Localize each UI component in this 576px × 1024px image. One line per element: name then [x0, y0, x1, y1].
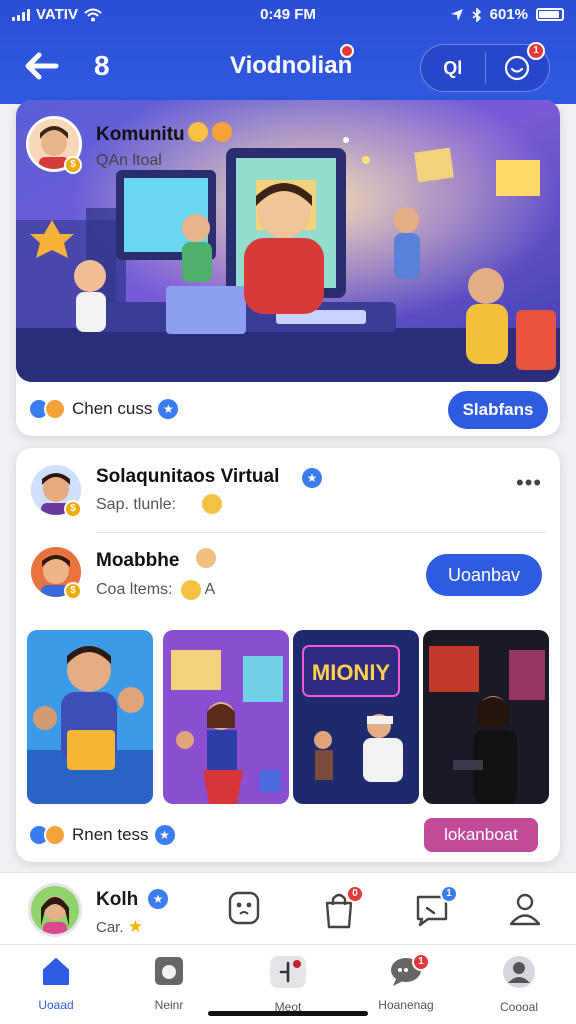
notification-badge: 1 — [527, 42, 545, 60]
author-badge: $ — [64, 156, 82, 174]
author-subtitle: QAn ltoal — [96, 152, 162, 169]
bluetooth-icon — [472, 7, 481, 22]
tab-chats-label: Hoanenag — [378, 998, 434, 1012]
community-verified-icon — [302, 468, 322, 488]
tab-profile[interactable]: Coooal — [471, 955, 567, 1014]
arrow-left-icon — [25, 52, 59, 80]
tab-camera-label: Neinr — [154, 998, 184, 1012]
profile-avatar[interactable] — [28, 883, 82, 937]
tab-camera[interactable]: Neinr — [121, 955, 217, 1012]
featured-post-card: $ Komunitu QAn ltoal Chen cuss Slabfans — [16, 100, 560, 436]
card2-action-button[interactable]: lokanboat — [424, 818, 538, 852]
profile-name[interactable]: Kolh — [96, 889, 138, 911]
tab-home[interactable]: Uoaad — [8, 955, 104, 1012]
member-subtitle-text: Coa ltems: — [96, 581, 173, 599]
smile-emoji-icon-2 — [180, 580, 201, 600]
location-icon — [450, 8, 463, 21]
gallery-thumb-3[interactable]: MIONIY — [293, 630, 419, 804]
thumb-4-image — [423, 630, 549, 804]
author-name[interactable]: Komunitu — [96, 124, 185, 146]
tab-profile-label: Coooal — [499, 1000, 539, 1014]
community-badge: $ — [64, 500, 82, 518]
profile-verified-icon — [148, 889, 168, 909]
search-pill-button[interactable]: Ql — [421, 45, 485, 91]
profile-subtitle-text: Car. — [96, 919, 124, 936]
reaction-text: Chen cuss — [72, 399, 153, 418]
verified-icon — [158, 399, 179, 419]
messages-badge: 1 — [440, 885, 458, 903]
member-subtitle: Coa ltems: A — [96, 580, 215, 600]
card1-action-button[interactable]: Slabfans — [448, 391, 548, 429]
card2-reaction-text: Rnen tess — [72, 825, 149, 844]
gallery-thumb-1[interactable] — [27, 630, 153, 804]
row-divider — [96, 532, 546, 533]
account-button[interactable] — [508, 891, 542, 927]
tab-chats[interactable]: Hoanenag — [358, 955, 454, 1012]
gallery-thumb-2[interactable] — [163, 630, 289, 804]
thumb-1-image — [27, 630, 153, 804]
smile-icon — [505, 55, 530, 81]
card2-reaction-summary[interactable]: Rnen tess — [28, 824, 175, 846]
profile-bar: Kolh Car. ★ 0 1 — [0, 872, 576, 944]
party-emoji-icon — [188, 122, 233, 142]
svg-text:MIONIY: MIONIY — [312, 660, 391, 685]
member-action-button[interactable]: Uoanbav — [426, 554, 542, 596]
tab-compose[interactable]: Meot — [240, 955, 336, 1014]
profile-avatar-image — [31, 886, 79, 934]
home-indicator — [208, 1011, 368, 1016]
camera-icon — [155, 957, 183, 985]
header-count: 8 — [94, 50, 110, 81]
status-bar: VATIV 0:49 FM 601% — [0, 6, 576, 26]
gallery-thumb-4[interactable] — [423, 630, 549, 804]
app-header: VATIV 0:49 FM 601% 8 Viodnolian Ql 1 — [0, 0, 576, 104]
community-subtitle: Sap. tlunle: — [96, 496, 177, 513]
battery-icon — [536, 8, 564, 21]
thumb-2-image — [163, 630, 289, 804]
face-emoji-icon — [196, 548, 216, 568]
title-notification-dot — [340, 44, 354, 58]
home-icon — [43, 958, 69, 985]
person-icon — [503, 956, 535, 988]
bag-badge: 0 — [346, 885, 364, 903]
back-button[interactable] — [20, 46, 64, 86]
person-outline-icon — [509, 893, 541, 926]
community-name[interactable]: Solaqunitaos Virtual — [96, 466, 279, 488]
page-title: Viodnolian — [230, 52, 353, 79]
smile-emoji-icon — [202, 494, 222, 514]
battery-percent: 601% — [489, 6, 528, 23]
reaction-icons — [28, 398, 66, 420]
thumb-3-image: MIONIY — [293, 630, 419, 804]
mascot-button[interactable] — [226, 889, 262, 927]
profile-subtitle: Car. ★ — [96, 917, 143, 937]
card2-haha-reaction-icon — [44, 824, 66, 846]
haha-reaction-icon — [44, 398, 66, 420]
more-options-button[interactable]: ••• — [516, 470, 542, 496]
card2-reaction-icons — [28, 824, 66, 846]
card2-verified-icon — [154, 825, 175, 845]
member-badge: $ — [64, 582, 82, 600]
tab-home-label: Uoaad — [38, 998, 74, 1012]
mascot-icon — [228, 891, 260, 925]
member-name[interactable]: Moabbhe — [96, 550, 179, 572]
compose-icon — [270, 956, 306, 988]
reaction-summary[interactable]: Chen cuss — [28, 398, 179, 420]
chats-badge: 1 — [412, 953, 430, 971]
member-subtitle-suffix: A — [204, 581, 216, 599]
community-card: $ Solaqunitaos Virtual Sap. tlunle: ••• … — [16, 448, 560, 862]
star-icon: ★ — [127, 917, 143, 936]
pill-left-label: Ql — [443, 57, 463, 78]
